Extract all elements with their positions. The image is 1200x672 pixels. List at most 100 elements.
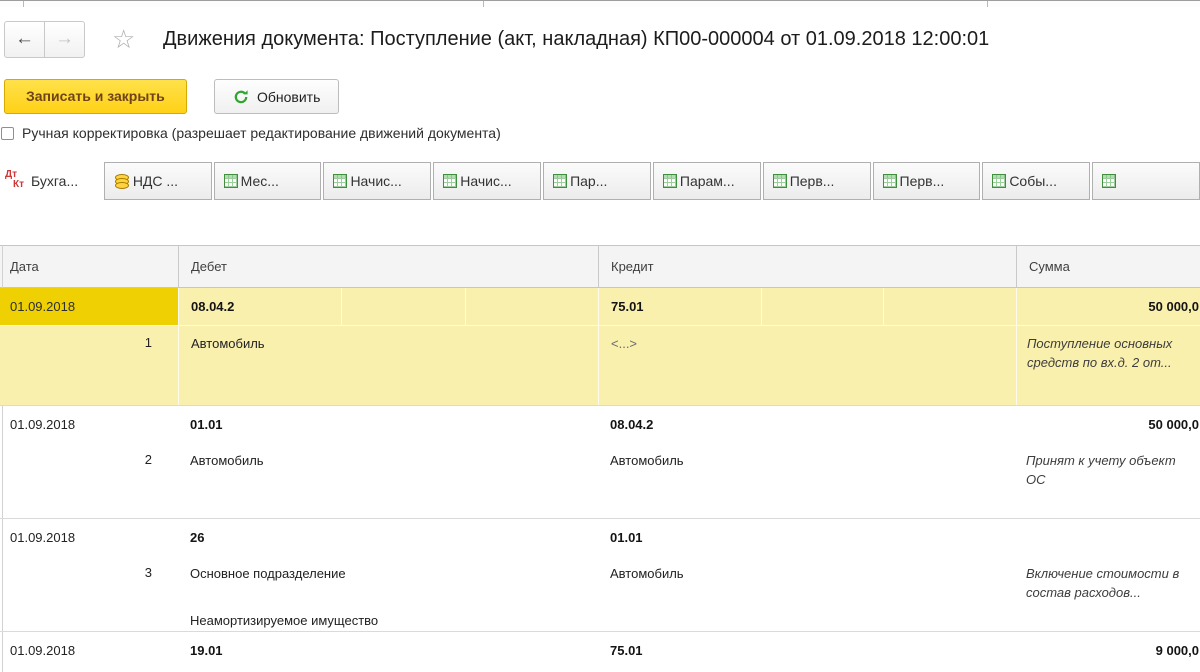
- column-header-debit: Дебет: [178, 246, 598, 287]
- table-icon: [553, 174, 568, 188]
- cell-amount[interactable]: 50 000,0: [1016, 406, 1200, 443]
- table-icon: [443, 174, 458, 188]
- debit-credit-icon: Дт Кт: [5, 169, 25, 190]
- tab-accounting-register[interactable]: Дт Кт Бухга...: [0, 162, 102, 200]
- cell-debit-extra-1[interactable]: [341, 406, 465, 443]
- tab-label: Собы...: [1009, 173, 1057, 189]
- tab-location-register[interactable]: Мес...: [213, 162, 322, 200]
- cell-debit-extra-1[interactable]: [341, 632, 465, 669]
- cell-date[interactable]: 01.09.2018: [0, 406, 178, 443]
- table-icon: [772, 174, 787, 188]
- cell-date-selected[interactable]: 01.09.2018: [0, 288, 178, 325]
- tab-label: Парам...: [679, 173, 735, 189]
- cell-debit-account[interactable]: 08.04.2: [178, 288, 341, 325]
- table-icon: [662, 174, 677, 188]
- cell-date[interactable]: 01.09.2018: [0, 519, 178, 556]
- cell-amount[interactable]: [1016, 519, 1200, 556]
- cell-note[interactable]: Включение стоимости в состав расходов...: [1016, 556, 1200, 629]
- table-icon: [882, 174, 897, 188]
- table-row: 01.09.2018 08.04.2 75.01 50 000,0 1 Авто…: [0, 288, 1200, 406]
- cell-credit-subconto[interactable]: <...>: [598, 326, 1016, 406]
- cell-amount[interactable]: 50 000,0: [1016, 288, 1200, 325]
- cell-debit-extra-2[interactable]: [465, 519, 598, 556]
- cell-credit-account[interactable]: 08.04.2: [598, 406, 761, 443]
- cell-credit-extra-1[interactable]: [761, 519, 883, 556]
- tab-label: Перв...: [899, 173, 945, 189]
- back-button[interactable]: ←: [4, 21, 45, 58]
- tab-initial-register-2[interactable]: Перв...: [872, 162, 981, 200]
- forward-button[interactable]: →: [44, 21, 85, 58]
- tab-params-register-1[interactable]: Пар...: [543, 162, 651, 200]
- table-row: 01.09.2018 19.01 75.01 9 000,0: [0, 631, 1200, 672]
- tab-params-register-2[interactable]: Парам...: [652, 162, 761, 200]
- tab-label: Начис...: [350, 173, 402, 189]
- cell-amount[interactable]: 9 000,0: [1016, 632, 1200, 669]
- table-icon: [992, 174, 1007, 188]
- column-header-amount: Сумма: [1016, 246, 1200, 287]
- debit-subconto-1: Основное подразделение: [190, 566, 346, 581]
- cell-date[interactable]: 01.09.2018: [0, 632, 178, 669]
- tab-partial-register[interactable]: [1092, 162, 1200, 200]
- cell-debit-account[interactable]: 26: [178, 519, 341, 556]
- table-row: 01.09.2018 26 01.01 3 Основное подраздел…: [0, 518, 1200, 631]
- refresh-button[interactable]: Обновить: [214, 79, 340, 114]
- cell-debit-extra-2[interactable]: [465, 406, 598, 443]
- tab-events-register[interactable]: Собы...: [982, 162, 1091, 200]
- movements-window: ← → ☆ Движения документа: Поступление (а…: [0, 0, 1200, 672]
- cell-row-number[interactable]: 1: [0, 326, 178, 406]
- tab-accrual-register-1[interactable]: Начис...: [323, 162, 432, 200]
- column-header-date: Дата: [10, 259, 39, 274]
- manual-correction-row: Ручная корректировка (разрешает редактир…: [1, 125, 501, 141]
- cell-row-number[interactable]: 3: [0, 556, 178, 629]
- manual-correction-checkbox[interactable]: [1, 126, 14, 140]
- cell-debit-subconto[interactable]: Автомобиль: [178, 443, 598, 489]
- refresh-icon: [234, 89, 248, 103]
- tab-vat-register[interactable]: НДС ...: [103, 162, 212, 200]
- cell-credit-account[interactable]: 75.01: [598, 632, 761, 669]
- table-header: Дата Дебет Кредит Сумма: [0, 245, 1200, 288]
- cell-credit-extra-1[interactable]: [761, 406, 883, 443]
- cell-debit-subconto[interactable]: Автомобиль: [178, 326, 598, 406]
- cell-credit-extra-2[interactable]: [883, 632, 1016, 669]
- cell-note[interactable]: Поступление основных средств по вх.д. 2 …: [1016, 326, 1200, 406]
- cell-debit-extra-1[interactable]: [341, 288, 465, 325]
- save-and-close-button[interactable]: Записать и закрыть: [4, 79, 187, 114]
- cell-credit-extra-1[interactable]: [761, 632, 883, 669]
- debit-subconto-2: Неамортизируемое имущество: [190, 613, 379, 628]
- tab-label: Мес...: [240, 173, 279, 189]
- tab-label: Начис...: [460, 173, 512, 189]
- coins-icon: [114, 173, 130, 189]
- cell-credit-extra-2[interactable]: [883, 406, 1016, 443]
- cell-credit-account[interactable]: 75.01: [598, 288, 761, 325]
- browser-edge-strip: [0, 0, 1200, 7]
- tab-label: Пар...: [570, 173, 608, 189]
- cell-credit-subconto[interactable]: Автомобиль: [598, 556, 1016, 629]
- cell-debit-extra-2[interactable]: [465, 288, 598, 325]
- table-icon: [1102, 174, 1117, 188]
- cell-credit-extra-2[interactable]: [883, 519, 1016, 556]
- tab-bar: Дт Кт Бухга... НДС ... Мес... Начис... На…: [0, 162, 1200, 200]
- cell-credit-extra-2[interactable]: [883, 288, 1016, 325]
- table-icon: [223, 174, 238, 188]
- refresh-button-label: Обновить: [257, 88, 321, 105]
- cell-debit-extra-1[interactable]: [341, 519, 465, 556]
- cell-note[interactable]: Принят к учету объект ОС: [1016, 443, 1200, 489]
- tab-initial-register-1[interactable]: Перв...: [762, 162, 871, 200]
- tab-label: Перв...: [789, 173, 835, 189]
- manual-correction-label: Ручная корректировка (разрешает редактир…: [22, 125, 501, 141]
- cell-credit-extra-1[interactable]: [761, 288, 883, 325]
- cell-debit-extra-2[interactable]: [465, 632, 598, 669]
- table-row: 01.09.2018 01.01 08.04.2 50 000,0 2 Авто…: [0, 405, 1200, 518]
- tab-accrual-register-2[interactable]: Начис...: [433, 162, 542, 200]
- column-header-credit: Кредит: [598, 246, 1016, 287]
- cell-row-number[interactable]: 2: [0, 443, 178, 489]
- cell-debit-account[interactable]: 01.01: [178, 406, 341, 443]
- page-title: Движения документа: Поступление (акт, на…: [163, 28, 990, 50]
- cell-debit-subconto[interactable]: Основное подразделение Неамортизируемое …: [178, 556, 598, 629]
- cell-credit-subconto[interactable]: Автомобиль: [598, 443, 1016, 489]
- tab-label: Бухга...: [31, 173, 79, 189]
- cell-debit-account[interactable]: 19.01: [178, 632, 341, 669]
- cell-credit-account[interactable]: 01.01: [598, 519, 761, 556]
- table-icon: [333, 174, 348, 188]
- favorite-star-icon[interactable]: ☆: [112, 24, 135, 54]
